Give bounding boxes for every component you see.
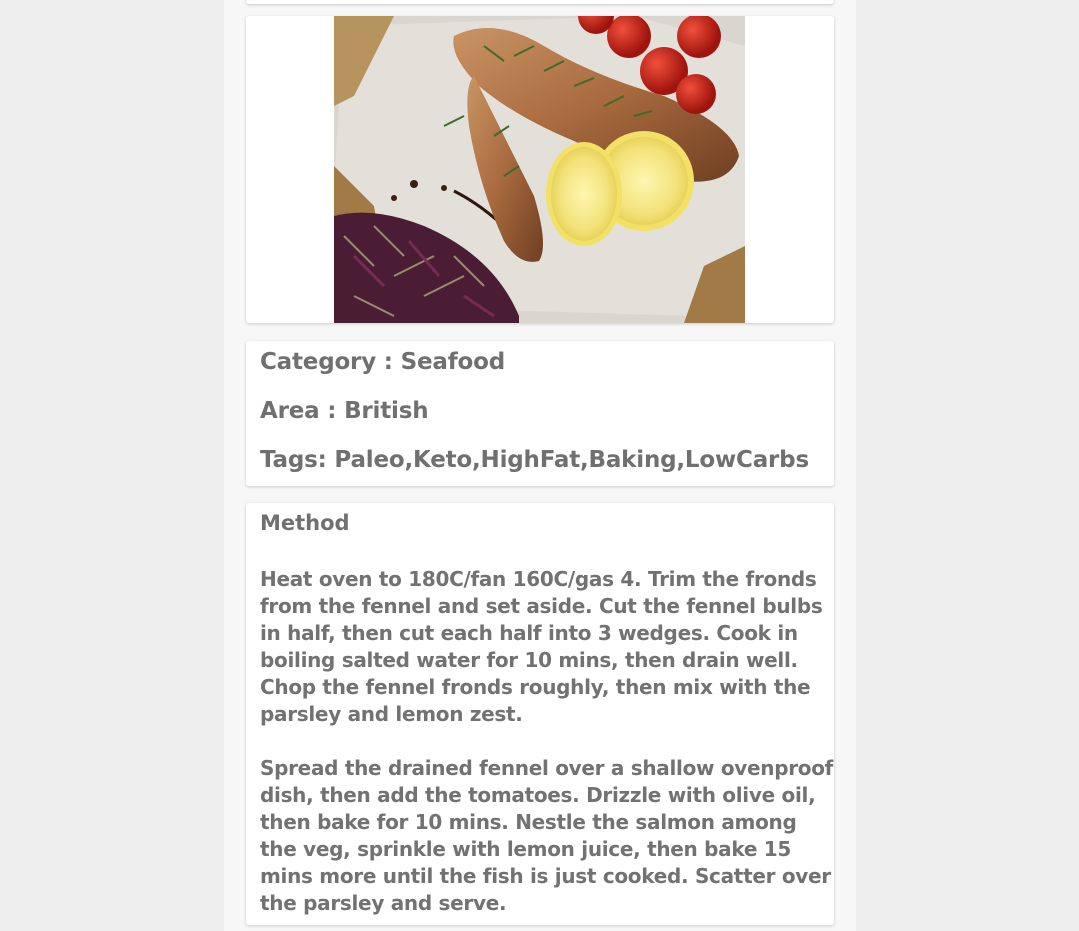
meal-photo bbox=[334, 16, 745, 323]
category-label: Category : Seafood bbox=[260, 349, 505, 375]
method-card: Method Heat oven to 180C/fan 160C/gas 4.… bbox=[246, 503, 834, 925]
method-paragraph: Heat oven to 180C/fan 160C/gas 4. Trim t… bbox=[260, 567, 823, 726]
method-paragraph: Spread the drained fennel over a shallow… bbox=[260, 756, 834, 915]
tags-label: Tags: Paleo,Keto,HighFat,Baking,LowCarbs bbox=[260, 447, 809, 473]
meal-info-card: Category : Seafood Area : British Tags: … bbox=[246, 341, 834, 486]
meal-image-card bbox=[246, 16, 834, 323]
area-label: Area : British bbox=[260, 398, 429, 424]
method-instructions: Heat oven to 180C/fan 160C/gas 4. Trim t… bbox=[260, 566, 835, 931]
method-title: Method bbox=[260, 511, 350, 535]
meal-detail-screen: Category : Seafood Area : British Tags: … bbox=[224, 0, 856, 931]
previous-card-edge bbox=[246, 0, 834, 4]
